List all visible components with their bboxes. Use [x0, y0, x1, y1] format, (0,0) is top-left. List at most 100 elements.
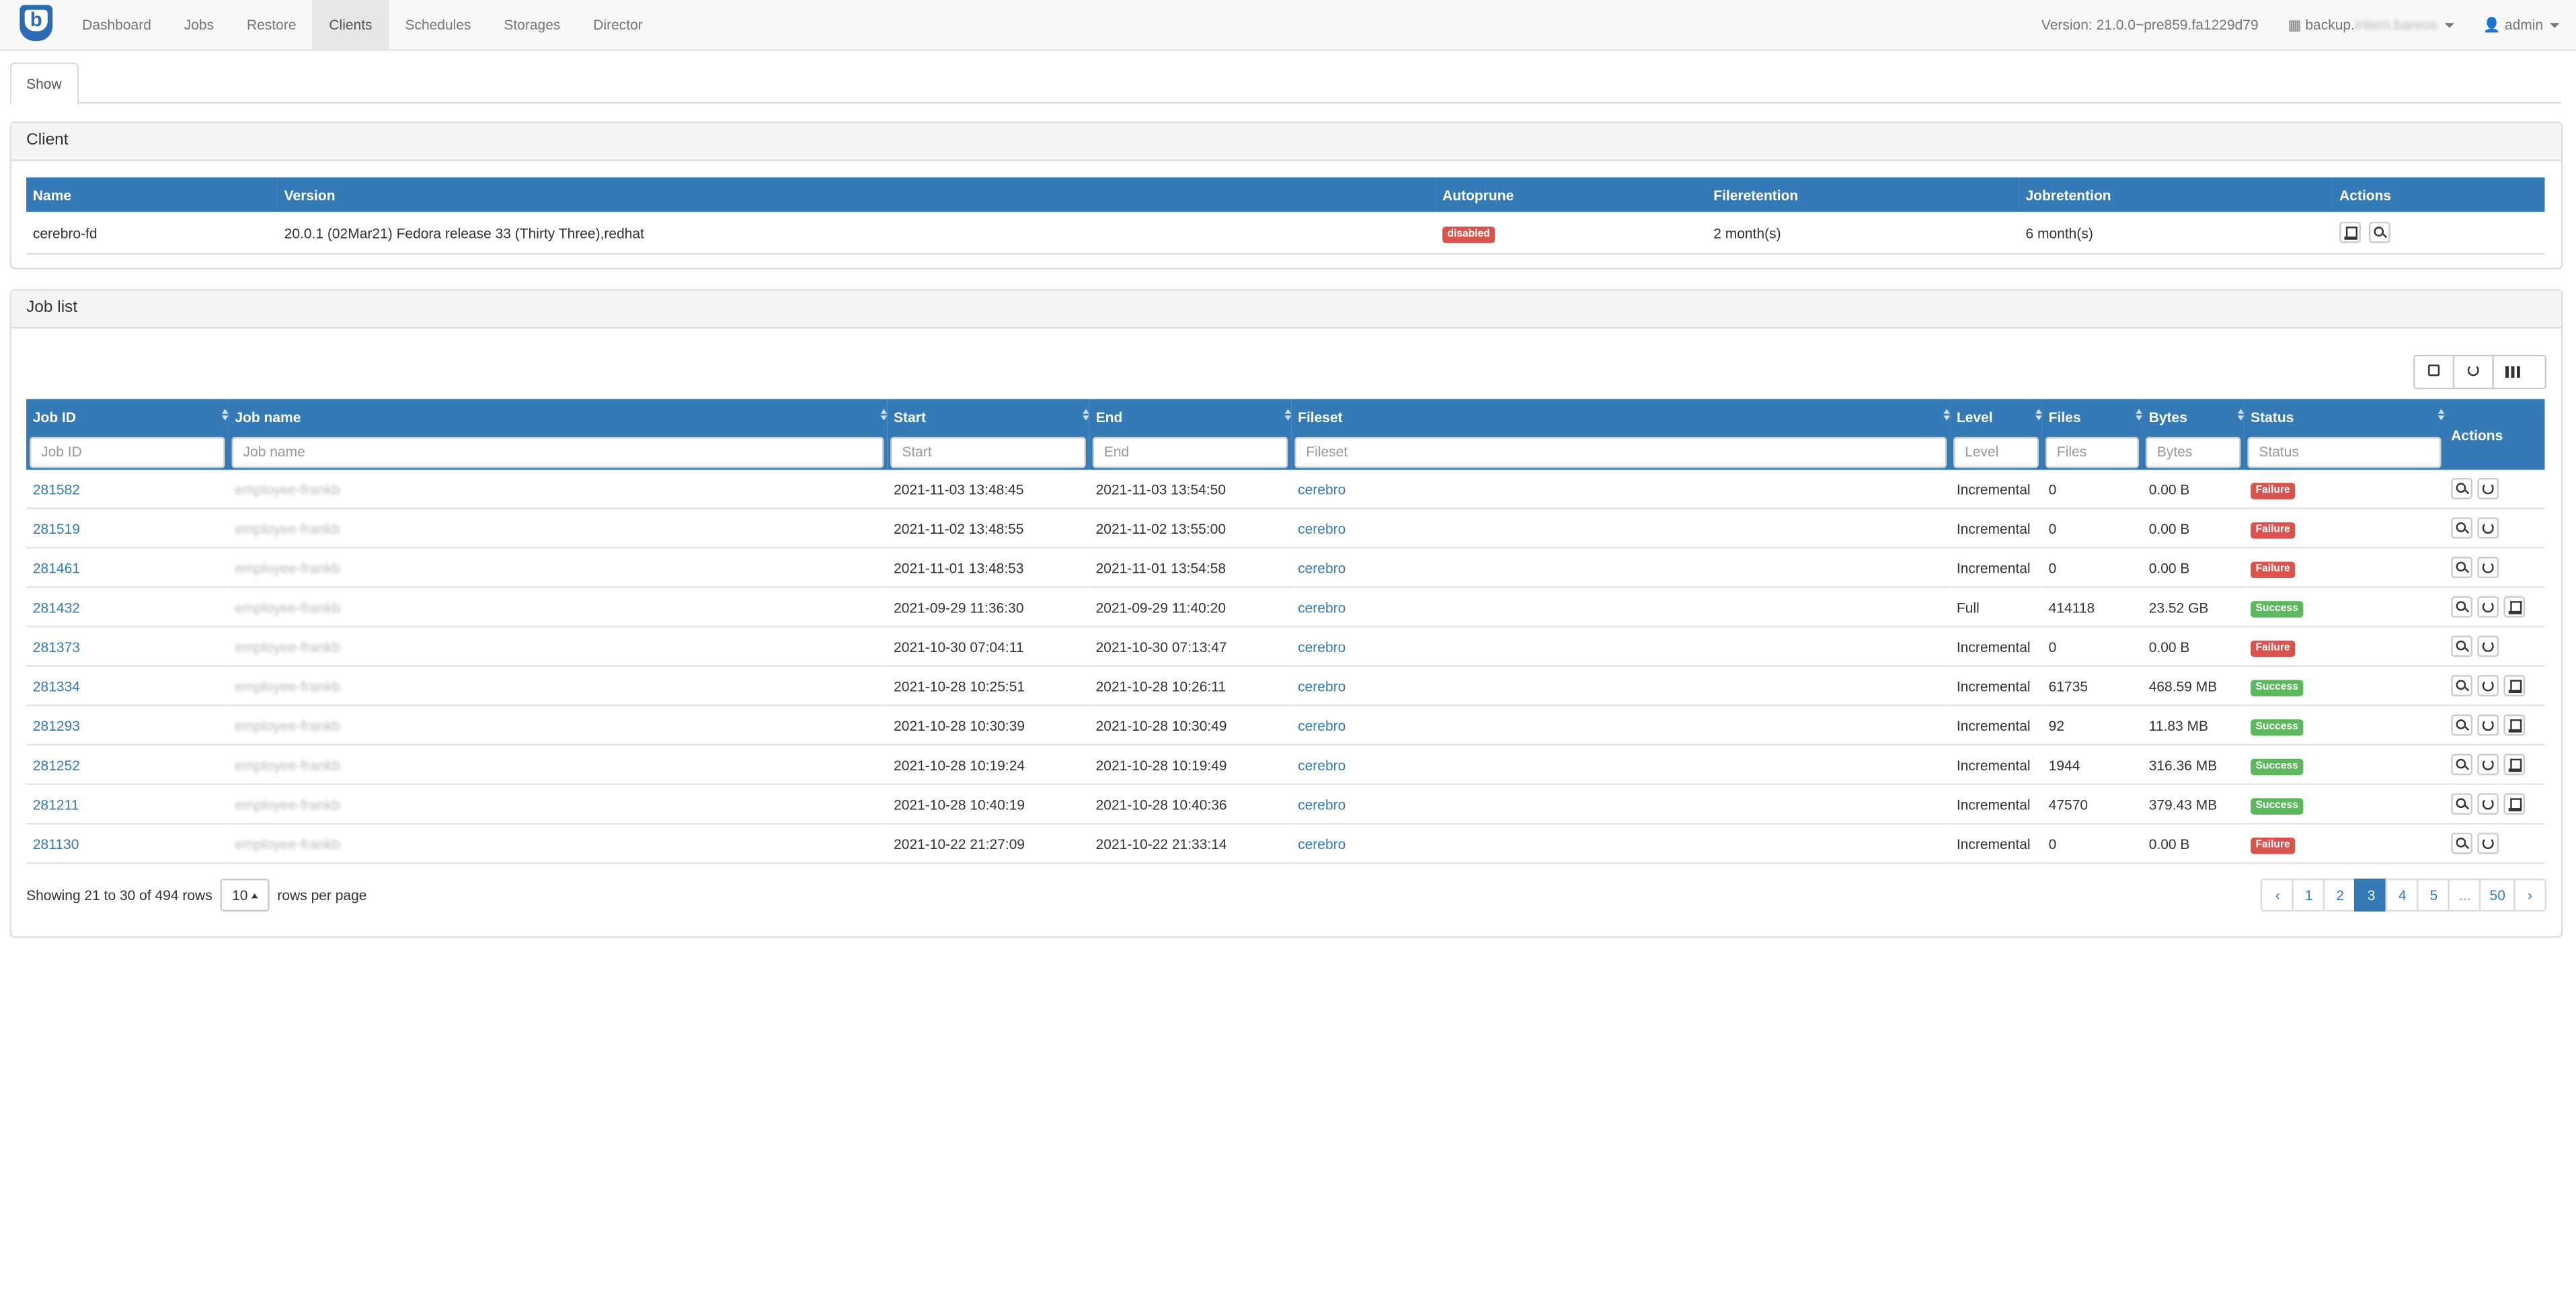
filter-input-files[interactable] — [2045, 436, 2140, 468]
nav-dashboard[interactable]: Dashboard — [66, 0, 168, 49]
job-end-cell: 2021-10-22 21:33:14 — [1089, 823, 1292, 864]
filter-input-end[interactable] — [1092, 436, 1288, 468]
fileset-link[interactable]: cerebro — [1298, 835, 1345, 851]
nav-director[interactable]: Director — [577, 0, 659, 49]
columns-button[interactable] — [2492, 354, 2546, 390]
rerun-button[interactable] — [2477, 675, 2499, 696]
job-details-button[interactable] — [2451, 596, 2473, 618]
job-id-link[interactable]: 281130 — [33, 835, 79, 851]
job-id-link[interactable]: 281211 — [33, 796, 79, 812]
job-details-button[interactable] — [2451, 517, 2473, 539]
nav-restore[interactable]: Restore — [231, 0, 313, 49]
prev-page-button[interactable]: ‹ — [2261, 879, 2294, 912]
job-id-link[interactable]: 281432 — [33, 599, 80, 615]
job-details-button[interactable] — [2451, 793, 2473, 815]
filter-input-job-name[interactable] — [231, 436, 884, 468]
column-header-start[interactable]: Start — [887, 399, 1089, 434]
job-id-link[interactable]: 281582 — [33, 481, 80, 497]
fileset-link[interactable]: cerebro — [1298, 638, 1345, 654]
fileset-link[interactable]: cerebro — [1298, 678, 1345, 694]
restore-button[interactable] — [2503, 754, 2526, 776]
filter-input-bytes[interactable] — [2145, 436, 2241, 468]
job-id-link[interactable]: 281461 — [33, 559, 80, 575]
refresh-button[interactable] — [2452, 354, 2494, 390]
logo-letter: b — [24, 9, 48, 32]
job-details-button[interactable] — [2451, 675, 2473, 696]
toggle-button[interactable] — [2413, 354, 2455, 390]
tab-show[interactable]: Show — [9, 62, 79, 106]
restore-button[interactable] — [2503, 793, 2526, 815]
details-button[interactable] — [2370, 221, 2391, 243]
filter-input-level[interactable] — [1953, 436, 2039, 468]
filter-input-fileset[interactable] — [1294, 436, 1947, 468]
filter-input-status[interactable] — [2247, 436, 2442, 468]
restore-button[interactable] — [2339, 221, 2361, 243]
director-dropdown[interactable]: ▦ backup.intern.bareos — [2288, 15, 2454, 34]
column-header-label: End — [1095, 408, 1123, 425]
rerun-button[interactable] — [2477, 517, 2499, 539]
rerun-button[interactable] — [2477, 754, 2499, 776]
job-end-cell: 2021-10-30 07:13:47 — [1089, 627, 1292, 667]
page-2[interactable]: 2 — [2323, 879, 2357, 912]
job-id-link[interactable]: 281293 — [33, 717, 80, 733]
restore-button[interactable] — [2503, 675, 2526, 696]
restore-button[interactable] — [2503, 596, 2526, 618]
column-header-job-name[interactable]: Job name — [228, 399, 888, 434]
page-3[interactable]: 3 — [2355, 879, 2388, 912]
fileset-link[interactable]: cerebro — [1298, 599, 1345, 615]
fileset-link[interactable]: cerebro — [1298, 796, 1345, 812]
job-end-cell: 2021-11-02 13:55:00 — [1089, 508, 1292, 549]
fileset-link[interactable]: cerebro — [1298, 481, 1345, 497]
job-id-link[interactable]: 281373 — [33, 638, 80, 654]
job-details-button[interactable] — [2451, 754, 2473, 776]
nav-storages[interactable]: Storages — [487, 0, 577, 49]
job-id-link[interactable]: 281334 — [33, 678, 80, 694]
status-badge-cell: Failure — [2244, 627, 2445, 667]
job-header-row: Job ID Job name Start End Fileset Level Files B… — [26, 399, 2545, 470]
column-header-fileset[interactable]: Fileset — [1291, 399, 1951, 434]
job-details-button[interactable] — [2451, 557, 2473, 579]
filter-input-start[interactable] — [890, 436, 1086, 468]
column-header: Actions — [2333, 177, 2545, 212]
filter-input-job-id[interactable] — [29, 436, 225, 468]
status-badge-cell: Failure — [2244, 823, 2445, 864]
job-id-link[interactable]: 281519 — [33, 520, 80, 536]
nav-clients[interactable]: Clients — [312, 0, 389, 50]
page-5[interactable]: 5 — [2417, 879, 2450, 912]
job-bytes-cell: 379.43 MB — [2142, 784, 2245, 825]
column-header-level[interactable]: Level — [1950, 399, 2042, 434]
job-id-link-cell: 281334 — [26, 665, 229, 706]
job-id-link[interactable]: 281252 — [33, 756, 80, 772]
fileset-link[interactable]: cerebro — [1298, 520, 1345, 536]
rerun-button[interactable] — [2477, 832, 2499, 854]
fileset-link[interactable]: cerebro — [1298, 559, 1345, 575]
column-header-bytes[interactable]: Bytes — [2142, 399, 2245, 434]
rerun-button[interactable] — [2477, 557, 2499, 579]
page-1[interactable]: 1 — [2292, 879, 2326, 912]
next-page-button[interactable]: › — [2513, 879, 2546, 912]
job-details-button[interactable] — [2451, 832, 2473, 854]
nav-schedules[interactable]: Schedules — [389, 0, 487, 49]
rerun-button[interactable] — [2477, 477, 2499, 499]
nav-jobs[interactable]: Jobs — [167, 0, 230, 49]
fileset-link[interactable]: cerebro — [1298, 717, 1345, 733]
rerun-button[interactable] — [2477, 596, 2499, 618]
restore-button[interactable] — [2503, 714, 2526, 736]
column-header-status[interactable]: Status — [2244, 399, 2445, 434]
user-dropdown[interactable]: 👤 admin — [2483, 15, 2560, 34]
rerun-button[interactable] — [2477, 793, 2499, 815]
job-details-button[interactable] — [2451, 635, 2473, 657]
column-header-end[interactable]: End — [1089, 399, 1292, 434]
page-size-dropdown[interactable]: 10 — [220, 879, 270, 912]
column-header-job-id[interactable]: Job ID — [26, 399, 229, 434]
page-50[interactable]: 50 — [2479, 879, 2515, 912]
fileset-link[interactable]: cerebro — [1298, 756, 1345, 772]
job-details-button[interactable] — [2451, 477, 2473, 499]
job-details-button[interactable] — [2451, 714, 2473, 736]
page-4[interactable]: 4 — [2386, 879, 2419, 912]
rerun-button[interactable] — [2477, 635, 2499, 657]
bareos-logo-icon[interactable]: b — [19, 5, 53, 42]
column-header-files[interactable]: Files — [2041, 399, 2142, 434]
column-header-label: Bytes — [2148, 408, 2187, 425]
rerun-button[interactable] — [2477, 714, 2499, 736]
